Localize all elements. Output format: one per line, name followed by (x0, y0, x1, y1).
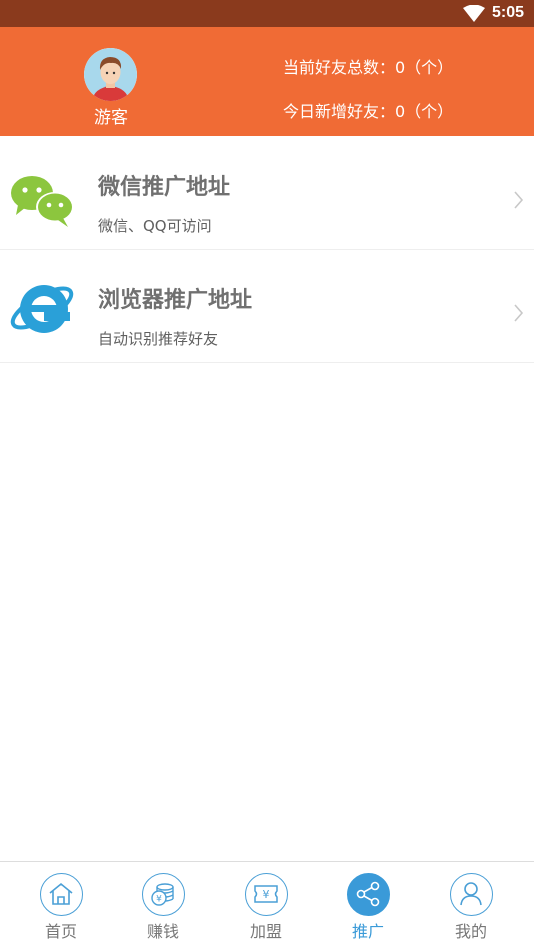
list-item-browser-promo[interactable]: 浏览器推广地址 自动识别推荐好友 (0, 250, 534, 363)
profile-header: 游客 当前好友总数：0（个） 今日新增好友：0（个） (0, 27, 534, 136)
user-name: 游客 (94, 108, 128, 128)
tab-earn[interactable]: ¥ 赚钱 (111, 862, 215, 949)
wechat-icon (11, 176, 74, 227)
tab-label: 首页 (44, 922, 77, 941)
user-icon (460, 882, 482, 906)
list-item-wechat-promo[interactable]: 微信推广地址 微信、QQ可访问 (0, 137, 534, 250)
list-item-subtitle: 自动识别推荐好友 (98, 330, 219, 348)
tab-label: 赚钱 (146, 922, 179, 941)
bottom-tab-bar: 首页 ¥ 赚钱 ¥ 加盟 推广 我的 (0, 861, 534, 949)
wifi-icon (463, 5, 485, 22)
tab-promote[interactable]: 推广 (316, 862, 420, 949)
tab-join[interactable]: ¥ 加盟 (214, 862, 318, 949)
ie-browser-icon (10, 285, 74, 333)
share-icon (356, 881, 380, 907)
avatar[interactable] (84, 48, 137, 101)
chevron-right-icon (514, 191, 524, 209)
today-new-friends-stat: 今日新增好友：0（个） (283, 102, 454, 121)
coins-icon: ¥ (151, 883, 174, 906)
svg-text:¥: ¥ (156, 895, 162, 905)
status-bar: 5:05 (0, 0, 534, 27)
svg-text:¥: ¥ (263, 888, 270, 901)
tab-home[interactable]: 首页 (9, 862, 113, 949)
status-time: 5:05 (491, 4, 524, 21)
list-item-title: 微信推广地址 (98, 175, 231, 200)
ticket-icon: ¥ (254, 885, 278, 903)
list-item-subtitle: 微信、QQ可访问 (98, 217, 212, 235)
promotion-list: 微信推广地址 微信、QQ可访问 浏览器推广地址 自动识别推荐好友 (0, 137, 534, 363)
tab-label: 我的 (454, 922, 487, 941)
chevron-right-icon (514, 304, 524, 322)
total-friends-stat: 当前好友总数：0（个） (283, 58, 454, 77)
avatar-icon (84, 48, 137, 101)
tab-label: 加盟 (249, 922, 282, 941)
home-icon (49, 882, 73, 905)
list-item-title: 浏览器推广地址 (98, 288, 253, 313)
tab-mine[interactable]: 我的 (419, 862, 523, 949)
tab-label: 推广 (351, 922, 384, 941)
